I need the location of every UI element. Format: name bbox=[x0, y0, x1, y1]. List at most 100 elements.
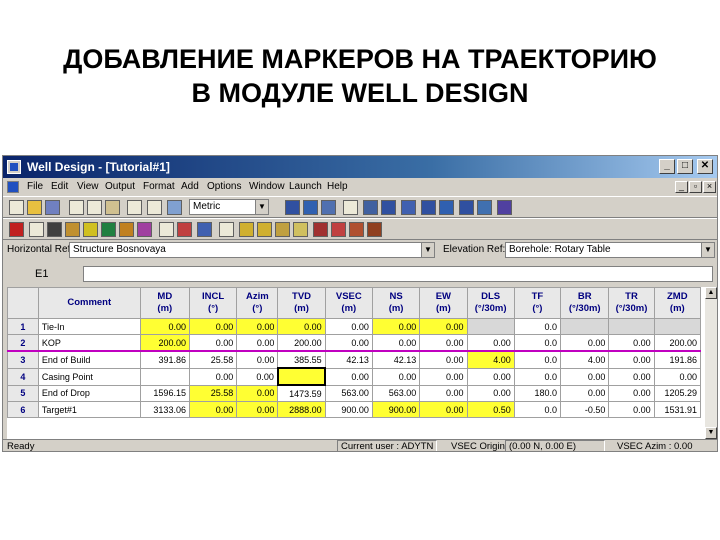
menu-output[interactable]: Output bbox=[105, 181, 135, 192]
grid-cell[interactable]: 0.00 bbox=[236, 367, 279, 386]
grid-cell[interactable]: 0.00 bbox=[188, 318, 238, 335]
col-header-zmd[interactable]: ZMD (m) bbox=[653, 287, 702, 319]
open-folder-icon[interactable] bbox=[27, 200, 42, 215]
grid-cell[interactable] bbox=[466, 318, 515, 335]
mdi-restore-button[interactable]: ▫ bbox=[689, 181, 702, 193]
grid-cell[interactable]: 0.00 bbox=[236, 350, 279, 369]
grid-cell[interactable]: 563.00 bbox=[371, 384, 421, 402]
grid-toggle-icon[interactable] bbox=[497, 200, 512, 215]
grid-cell[interactable]: 0.00 bbox=[236, 401, 279, 418]
horizontal-ref-select[interactable]: Structure Bosnovaya ▼ bbox=[69, 242, 435, 258]
mdi-minimize-button[interactable]: _ bbox=[675, 181, 688, 193]
grid-cell[interactable]: 3133.06 bbox=[139, 401, 190, 418]
col-header-vsec[interactable]: VSEC (m) bbox=[324, 287, 373, 319]
grid-cell[interactable]: Target#1 bbox=[37, 401, 141, 418]
grid-cell[interactable]: End of Build bbox=[37, 350, 141, 369]
grid-cell[interactable]: 1205.29 bbox=[653, 384, 702, 402]
grid-cell[interactable]: 0.00 bbox=[324, 367, 373, 386]
menu-edit[interactable]: Edit bbox=[51, 181, 68, 192]
grid-cell[interactable]: 900.00 bbox=[371, 401, 421, 418]
col-header-dls[interactable]: DLS (°/30m) bbox=[466, 287, 515, 319]
print-icon[interactable] bbox=[147, 200, 162, 215]
col-header-comment[interactable]: Comment bbox=[37, 287, 141, 319]
col-header-tf[interactable]: TF (°) bbox=[513, 287, 562, 319]
menu-format[interactable]: Format bbox=[143, 181, 175, 192]
insert-formation-icon[interactable] bbox=[293, 222, 308, 237]
menu-window[interactable]: Window bbox=[249, 181, 285, 192]
grid-cell[interactable]: 0.00 bbox=[560, 367, 610, 386]
new-file-icon[interactable] bbox=[9, 200, 24, 215]
grid-cell[interactable]: 0.00 bbox=[371, 318, 421, 335]
grid-cell[interactable]: 4.00 bbox=[466, 350, 515, 369]
grid-cell[interactable]: 0.00 bbox=[371, 334, 421, 352]
filter-icon[interactable] bbox=[29, 222, 44, 237]
grid-cell[interactable]: 0.00 bbox=[236, 318, 279, 335]
scroll-down-icon[interactable]: ▼ bbox=[705, 427, 717, 439]
copy-icon[interactable] bbox=[87, 200, 102, 215]
table-icon[interactable] bbox=[331, 222, 346, 237]
grid-cell[interactable]: 4.00 bbox=[560, 350, 610, 369]
col-header-br[interactable]: BR (°/30m) bbox=[560, 287, 610, 319]
save-icon[interactable] bbox=[45, 200, 60, 215]
grid-cell[interactable]: 191.86 bbox=[653, 350, 702, 369]
menu-help[interactable]: Help bbox=[327, 181, 348, 192]
hold-icon[interactable] bbox=[159, 222, 174, 237]
menu-options[interactable]: Options bbox=[207, 181, 241, 192]
3d-view-icon[interactable] bbox=[321, 200, 336, 215]
row-number[interactable]: 2 bbox=[7, 334, 39, 352]
grid-cell[interactable]: 0.00 bbox=[560, 334, 610, 352]
mdi-close-button[interactable]: × bbox=[703, 181, 716, 193]
grid-cell[interactable] bbox=[560, 318, 610, 335]
grid-cell[interactable]: 0.00 bbox=[188, 401, 238, 418]
insert-casing-icon[interactable] bbox=[257, 222, 272, 237]
unit-system-select[interactable]: Metric ▼ bbox=[189, 199, 269, 215]
grid-cell[interactable]: 0.00 bbox=[371, 367, 421, 386]
minimize-button[interactable]: _ bbox=[659, 159, 675, 174]
grid-cell[interactable]: 2888.00 bbox=[277, 401, 326, 418]
menu-launch[interactable]: Launch bbox=[289, 181, 322, 192]
col-header-ns[interactable]: NS (m) bbox=[371, 287, 421, 319]
selected-cell[interactable] bbox=[276, 367, 327, 386]
grid-cell[interactable]: 0.00 bbox=[608, 401, 655, 418]
grid-cell[interactable]: 0.00 bbox=[608, 367, 655, 386]
scroll-up-icon[interactable]: ▲ bbox=[705, 287, 717, 299]
grid-cell[interactable]: 0.00 bbox=[608, 334, 655, 352]
chevron-down-icon[interactable]: ▼ bbox=[255, 200, 268, 214]
marker-icon[interactable] bbox=[83, 222, 98, 237]
grid-cell[interactable]: 0.0 bbox=[513, 318, 562, 335]
cell-edit-input[interactable] bbox=[83, 266, 713, 282]
document-icon[interactable] bbox=[7, 181, 19, 193]
grid-cell[interactable]: 0.0 bbox=[513, 350, 562, 369]
grid-cell[interactable]: KOP bbox=[37, 334, 141, 352]
grid-cell[interactable]: 0.00 bbox=[236, 334, 279, 352]
row-number[interactable]: 1 bbox=[7, 318, 39, 335]
chart-icon[interactable] bbox=[313, 222, 328, 237]
grid-cell[interactable]: 0.00 bbox=[277, 318, 326, 335]
grid-cell[interactable]: 0.50 bbox=[466, 401, 515, 418]
survey-icon[interactable] bbox=[459, 200, 474, 215]
grid-cell[interactable]: 0.00 bbox=[188, 334, 238, 352]
help-pointer-icon[interactable] bbox=[167, 200, 182, 215]
grid-cell[interactable]: 200.00 bbox=[653, 334, 702, 352]
target-icon[interactable] bbox=[65, 222, 80, 237]
grid-cell[interactable]: -0.50 bbox=[560, 401, 610, 418]
grid-cell[interactable]: 0.00 bbox=[466, 334, 515, 352]
chevron-down-icon[interactable]: ▼ bbox=[701, 243, 714, 257]
col-header-ew[interactable]: EW (m) bbox=[419, 287, 468, 319]
col-header-tvd[interactable]: TVD (m) bbox=[277, 287, 326, 319]
menu-file[interactable]: File bbox=[27, 181, 43, 192]
grid-cell[interactable]: 25.58 bbox=[188, 384, 238, 402]
grid-cell[interactable]: End of Drop bbox=[37, 384, 141, 402]
grid-cell[interactable]: 1473.59 bbox=[277, 384, 326, 402]
build-icon[interactable] bbox=[119, 222, 134, 237]
col-header-azim[interactable]: Azim (°) bbox=[236, 287, 279, 319]
grid-cell[interactable]: Tie-In bbox=[37, 318, 141, 335]
grid-cell[interactable]: 0.00 bbox=[653, 367, 702, 386]
grid-cell[interactable]: 0.00 bbox=[608, 384, 655, 402]
grid-cell[interactable]: 385.55 bbox=[277, 350, 326, 369]
grid-cell[interactable]: 391.86 bbox=[139, 350, 190, 369]
vertical-scrollbar[interactable]: ▲ ▼ bbox=[705, 287, 717, 439]
insert-target-icon[interactable] bbox=[275, 222, 290, 237]
grid-cell[interactable]: 0.00 bbox=[466, 367, 515, 386]
report-icon[interactable] bbox=[477, 200, 492, 215]
